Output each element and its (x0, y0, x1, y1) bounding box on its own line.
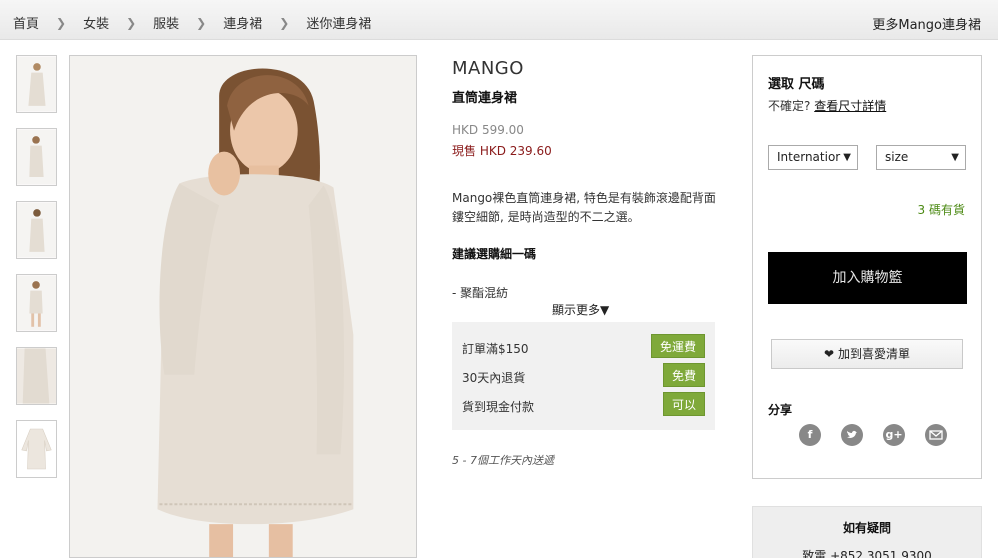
size-value: size (885, 150, 909, 164)
product-info: MANGO 直筒連身裙 HKD 599.00 現售 HKD 239.60 Man… (452, 58, 722, 317)
chevron-right-icon: ❯ (56, 15, 67, 30)
breadcrumb-bar: 首頁 ❯ 女裝 ❯ 服裝 ❯ 連身裙 ❯ 迷你連身裙 更多Mango連身裙 (0, 0, 998, 40)
size-advice: 建議選購細一碼 (452, 247, 537, 261)
dropdown-arrow-icon: ▼ (951, 152, 959, 163)
brand-name[interactable]: MANGO (452, 58, 722, 79)
stock-status: 3 碼有貨 (917, 203, 965, 217)
help-box: 如有疑問 致電 +852 3051 9300 (752, 506, 982, 558)
help-phone: 致電 +852 3051 9300 (802, 549, 932, 558)
chevron-right-icon: ❯ (196, 15, 207, 30)
thumbnail-back[interactable] (16, 201, 57, 259)
dropdown-arrow-icon: ▼ (843, 152, 851, 163)
breadcrumb-women[interactable]: 女裝 (83, 13, 109, 32)
original-price: HKD 599.00 (452, 123, 524, 137)
add-to-wishlist-button[interactable]: ❤ 加到喜愛清單 (771, 339, 963, 369)
share-title: 分享 (768, 403, 793, 417)
product-name: 直筒連身裙 (452, 91, 518, 106)
size-title: 選取 尺碼 (768, 77, 825, 92)
perk-returns-badge: 免費 (662, 363, 705, 387)
breadcrumb-dresses[interactable]: 連身裙 (223, 13, 262, 32)
more-brand-dresses-link[interactable]: 更多Mango連身裙 (872, 14, 981, 33)
thumbnail-side[interactable] (16, 128, 57, 186)
thumbnail-front[interactable] (16, 55, 57, 113)
perk-cod-badge: 可以 (662, 392, 705, 416)
thumbnail-list (16, 55, 57, 493)
size-unsure-label: 不確定? (768, 99, 811, 113)
breadcrumb-home[interactable]: 首頁 (13, 13, 39, 32)
breadcrumb: 首頁 ❯ 女裝 ❯ 服裝 ❯ 連身裙 ❯ 迷你連身裙 (13, 13, 371, 33)
buy-box: 選取 尺碼 不確定? 查看尺寸詳情 Internatior ▼ size ▼ 3… (752, 55, 982, 479)
add-to-cart-button[interactable]: 加入購物籃 (768, 252, 967, 304)
breadcrumb-clothing[interactable]: 服裝 (153, 13, 179, 32)
perk-cod-label: 貨到現金付款 (462, 400, 535, 414)
delivery-time: 5 - 7個工作天內送遞 (452, 454, 554, 467)
social-share-icons: f g+ (799, 424, 967, 446)
size-select[interactable]: size ▼ (876, 145, 966, 170)
heart-icon: ❤ (824, 347, 835, 361)
perk-free-shipping-badge: 免運費 (650, 334, 705, 358)
main-product-image[interactable] (69, 55, 417, 558)
wishlist-label: 加到喜愛清單 (837, 347, 910, 361)
facebook-icon[interactable]: f (799, 424, 821, 446)
google-plus-icon[interactable]: g+ (883, 424, 905, 446)
size-guide-link[interactable]: 查看尺寸詳情 (814, 99, 886, 113)
sale-price: 現售 HKD 239.60 (452, 144, 552, 158)
breadcrumb-mini-dresses[interactable]: 迷你連身裙 (306, 13, 371, 32)
twitter-icon[interactable] (841, 424, 863, 446)
thumbnail-pose[interactable] (16, 274, 57, 332)
thumbnail-detail[interactable] (16, 347, 57, 405)
material-info: - 聚酯混紡 (452, 286, 509, 300)
product-description: Mango裸色直筒連身裙, 特色是有裝飾滾邊配背面鏤空細節, 是時尚造型的不二之… (452, 191, 716, 224)
perk-free-shipping-label: 訂單滿$150 (462, 342, 529, 356)
email-icon[interactable] (925, 424, 947, 446)
thumbnail-flat[interactable] (16, 420, 57, 478)
size-system-value: Internatior (777, 150, 841, 164)
chevron-right-icon: ❯ (279, 15, 290, 30)
help-title: 如有疑問 (842, 521, 891, 535)
chevron-right-icon: ❯ (126, 15, 137, 30)
perk-returns-label: 30天內退貨 (462, 371, 526, 385)
size-system-select[interactable]: Internatior ▼ (768, 145, 858, 170)
perks-panel: 訂單滿$150 免運費 30天內退貨 免費 貨到現金付款 可以 (452, 322, 715, 430)
size-help: 不確定? 查看尺寸詳情 (768, 97, 886, 114)
show-more-link[interactable]: 顯示更多▼ (552, 301, 609, 318)
